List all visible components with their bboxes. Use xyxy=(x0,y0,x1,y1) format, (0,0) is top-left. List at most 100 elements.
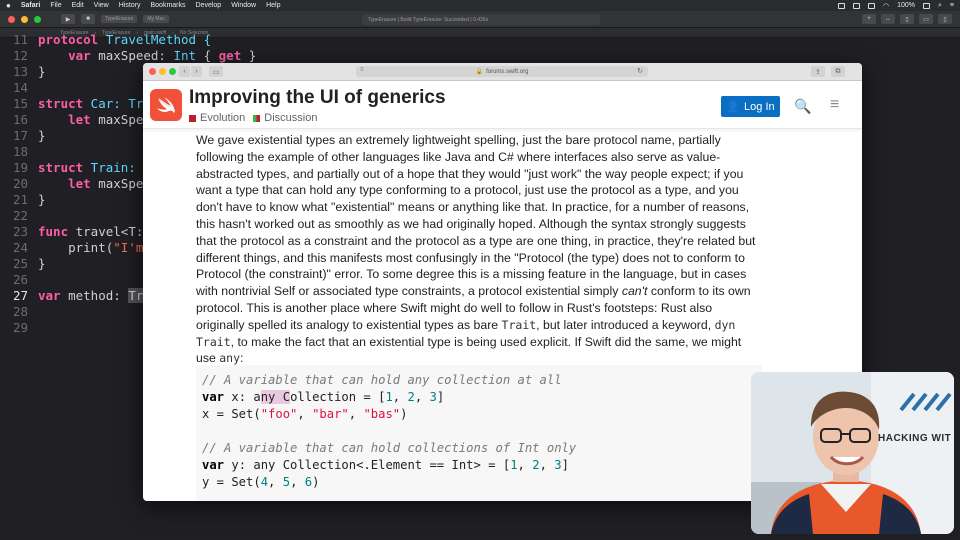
line-number: 27 xyxy=(12,288,28,303)
stop-button[interactable]: ■ xyxy=(81,14,95,24)
control-center-icon[interactable]: ≡ xyxy=(950,2,954,9)
code-editor-line[interactable]: 27 var method: Tr xyxy=(0,288,144,304)
line-number: 12 xyxy=(12,48,28,63)
back-button[interactable]: ‹ xyxy=(179,66,190,77)
code-keyword: var xyxy=(202,390,225,404)
code-token: { xyxy=(196,48,219,63)
build-status: TypeErasure | Build TypeErasure: Succeed… xyxy=(362,14,600,25)
scheme-selector[interactable]: TypeErasure xyxy=(101,15,138,23)
minimize-window-icon[interactable] xyxy=(159,68,166,75)
share-button[interactable]: ⇪ xyxy=(811,66,825,77)
code-line: var y: any Collection<.Element == Int> =… xyxy=(202,457,762,474)
navigator-toggle-button[interactable]: ▯ xyxy=(900,14,914,24)
camera-icon[interactable] xyxy=(867,2,875,9)
line-number: 16 xyxy=(12,112,28,127)
menu-file[interactable]: File xyxy=(50,2,61,9)
code-editor-line[interactable]: 16 let maxSpe xyxy=(0,112,143,128)
menu-bookmarks[interactable]: Bookmarks xyxy=(150,2,185,9)
category-label: Discussion xyxy=(264,112,318,124)
forward-button[interactable]: › xyxy=(191,66,202,77)
menu-bar: ● Safari File Edit View History Bookmark… xyxy=(0,0,960,11)
code-token: get xyxy=(218,48,242,63)
code-editor-line[interactable]: 15 struct Car: Tr xyxy=(0,96,143,112)
line-number: 29 xyxy=(12,320,28,335)
code-editor-line[interactable]: 25} xyxy=(0,256,46,272)
search-icon[interactable]: ⌕ xyxy=(938,2,942,10)
post-body: We gave existential types an extremely l… xyxy=(196,132,756,367)
code-text: , xyxy=(297,407,313,421)
zoom-window-icon[interactable] xyxy=(34,15,41,23)
code-string: "foo" xyxy=(260,407,298,421)
topic-title[interactable]: Improving the UI of generics xyxy=(189,87,446,109)
wifi-icon[interactable]: ◠ xyxy=(883,2,889,10)
code-token: func xyxy=(38,224,69,239)
swift-logo[interactable] xyxy=(150,89,182,121)
inspector-toggle-button[interactable]: ▯ xyxy=(938,14,952,24)
post-text: We gave existential types an extremely l… xyxy=(196,133,756,299)
apple-menu-icon[interactable]: ● xyxy=(6,1,11,10)
code-number: 5 xyxy=(282,475,291,489)
menu-window[interactable]: Window xyxy=(231,2,256,9)
login-button[interactable]: 👤 Log In xyxy=(721,96,780,117)
address-bar[interactable]: ≡ 🔒 forums.swift.org ↻ xyxy=(356,66,648,77)
code-editor-line[interactable]: 24 print("I'm xyxy=(0,240,143,256)
code-editor-line[interactable]: 22 xyxy=(0,208,38,224)
code-editor-line[interactable]: 20 let maxSpe xyxy=(0,176,143,192)
menu-edit[interactable]: Edit xyxy=(72,2,84,9)
screen-icon[interactable] xyxy=(837,2,845,9)
menu-history[interactable]: History xyxy=(119,2,141,9)
code-editor-line[interactable]: 14 xyxy=(0,80,38,96)
line-number: 25 xyxy=(12,256,28,271)
code-text: , xyxy=(414,390,430,404)
xcode-toolbar: ▶ ■ TypeErasure My Mac TypeErasure | Bui… xyxy=(0,11,960,28)
search-icon[interactable]: 🔍 xyxy=(794,98,811,115)
line-number: 18 xyxy=(12,144,28,159)
menu-help[interactable]: Help xyxy=(266,2,280,9)
code-token: struct xyxy=(38,96,84,111)
zoom-window-icon[interactable] xyxy=(169,68,176,75)
code-editor-line[interactable]: 29 xyxy=(0,320,38,336)
display-icon[interactable] xyxy=(852,2,860,9)
code-editor-line[interactable]: 18 xyxy=(0,144,38,160)
code-block: // A variable that can hold any collecti… xyxy=(196,365,762,501)
code-review-button[interactable]: ↔ xyxy=(881,14,895,24)
sidebar-toggle-button[interactable]: ▭ xyxy=(209,66,223,77)
reader-icon[interactable]: ≡ xyxy=(360,67,364,73)
minimize-window-icon[interactable] xyxy=(21,15,28,23)
menu-develop[interactable]: Develop xyxy=(196,2,222,9)
code-editor-line[interactable]: 19 struct Train: xyxy=(0,160,143,176)
code-editor-line[interactable]: 11 protocol TravelMethod { xyxy=(0,32,211,48)
code-editor-line[interactable]: 17} xyxy=(0,128,46,144)
battery-icon[interactable] xyxy=(922,2,930,9)
run-button[interactable]: ▶ xyxy=(61,14,75,24)
category-evolution[interactable]: Evolution xyxy=(189,112,245,124)
code-token: Tr xyxy=(128,288,144,303)
inline-code: any xyxy=(219,351,241,366)
tabs-button[interactable]: ⧉ xyxy=(831,66,845,77)
code-editor-line[interactable]: 23 func travel<T: xyxy=(0,224,143,240)
code-editor-line[interactable]: 12 var maxSpeed: Int { get } xyxy=(0,48,256,64)
close-window-icon[interactable] xyxy=(149,68,156,75)
code-editor-line[interactable]: 13} xyxy=(0,64,46,80)
reload-icon[interactable]: ↻ xyxy=(637,67,643,75)
code-editor-line[interactable]: 28 xyxy=(0,304,38,320)
login-label: Log In xyxy=(744,100,775,113)
menu-app-name[interactable]: Safari xyxy=(21,2,40,9)
code-token: var xyxy=(38,288,61,303)
hamburger-menu-icon[interactable]: ≡ xyxy=(830,96,839,114)
code-token: protocol xyxy=(38,32,99,47)
code-editor-line[interactable]: 26 xyxy=(0,272,38,288)
code-token: maxSpe xyxy=(90,176,144,191)
debug-toggle-button[interactable]: ▭ xyxy=(919,14,933,24)
swift-bird-icon xyxy=(157,97,175,113)
code-token: var xyxy=(68,48,91,63)
code-number: 2 xyxy=(407,390,415,404)
code-keyword: var xyxy=(202,458,225,472)
category-discussion[interactable]: Discussion xyxy=(253,112,317,124)
close-window-icon[interactable] xyxy=(8,15,15,23)
library-button[interactable]: + xyxy=(862,14,876,24)
code-editor-line[interactable]: 21} xyxy=(0,192,46,208)
menu-view[interactable]: View xyxy=(94,2,109,9)
code-line: x = Set("foo", "bar", "bas") xyxy=(202,406,762,423)
device-selector[interactable]: My Mac xyxy=(143,15,169,23)
